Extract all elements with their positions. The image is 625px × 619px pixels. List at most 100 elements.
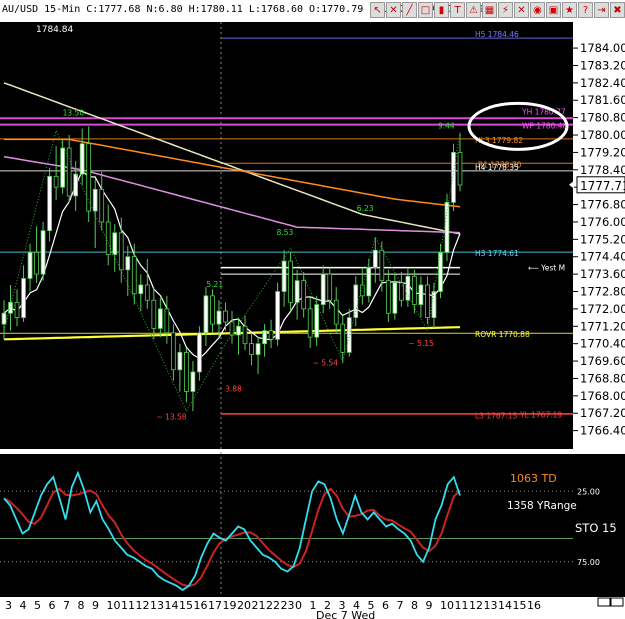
x-tick-label: 23 [281, 599, 295, 612]
candle-body [144, 284, 150, 301]
candle-body [157, 308, 163, 329]
y-tick-label: 1780.00 [580, 128, 625, 142]
candle-body [66, 147, 72, 197]
candle-body [392, 282, 398, 314]
star-icon[interactable]: ★ [562, 2, 577, 18]
candle-body [320, 273, 326, 305]
title-bar: AU/USD 15-Min C:1777.68 N:6.80 H:1780.11… [0, 0, 625, 22]
swing-annotation-label: 8.53 [277, 228, 294, 237]
x-tick-label: 6 [49, 599, 56, 612]
lock-icon[interactable]: ▣ [546, 2, 561, 18]
exit-icon[interactable]: ⇥ [594, 2, 609, 18]
grid-icon[interactable]: ▦ [482, 2, 497, 18]
candle-body [21, 278, 26, 318]
candle-body [353, 284, 359, 318]
x-tick-label: 7 [63, 599, 70, 612]
level-label-wp: WP 1780.48 [522, 122, 568, 131]
panel-separator [0, 449, 625, 454]
eye-icon[interactable]: ◉ [530, 2, 545, 18]
candle-body [125, 256, 131, 271]
candle-body [379, 249, 385, 282]
warn-icon[interactable]: ⚠ [466, 2, 481, 18]
level-label-l3: L3 1767.15 [475, 411, 518, 420]
candle-body [412, 275, 417, 305]
bolt-icon[interactable]: ⚡ [498, 2, 513, 18]
swing-annotation-label: ~ 5.54 [313, 358, 339, 367]
y-tick-label: 1780.80 [580, 111, 625, 125]
x-tick-label: 4 [20, 599, 27, 612]
candle-body [112, 232, 118, 255]
candle-body [438, 251, 443, 292]
candle-body [34, 251, 39, 275]
y-tick-label: 1773.60 [580, 267, 625, 281]
swing-annotation-label: 13.50 [63, 108, 85, 117]
y-tick-label: 1770.40 [580, 337, 625, 351]
candle-body [47, 175, 52, 232]
candle-body [210, 295, 215, 325]
x-tick-label: 10 [107, 599, 121, 612]
candle-body [346, 317, 352, 353]
candle-body [92, 188, 98, 212]
y-tick-label: 1766.40 [580, 424, 625, 438]
help-icon[interactable]: ? [578, 2, 593, 18]
candle-body [151, 299, 157, 329]
candle-body [105, 221, 111, 255]
arrow-icon[interactable]: ↖ [370, 2, 385, 18]
candle-body [229, 321, 235, 336]
candle-body [307, 308, 313, 338]
x-tick-label: 14 [165, 599, 179, 612]
y-tick-label: 1784.00 [580, 41, 625, 55]
x-tick-label: 22 [266, 599, 280, 612]
level-label-h3: H3 1774.61 [475, 249, 519, 258]
level-label-yl: YL 1767.19 [519, 410, 562, 419]
y-tick-label: 1782.40 [580, 76, 625, 90]
y-tick-label: 1768.80 [580, 371, 625, 385]
box-icon[interactable]: □ [418, 2, 433, 18]
y-tick-label: 1776.00 [580, 215, 625, 229]
bar-icon[interactable]: ▮ [434, 2, 449, 18]
candle-body [281, 260, 287, 292]
x-tick-label: 0 [295, 599, 302, 612]
candle-body [73, 173, 79, 197]
candle-body [40, 230, 46, 275]
y-tick-label: 1778.40 [580, 163, 625, 177]
y-tick-label: 1775.20 [580, 232, 625, 246]
x-tick-label: 13 [150, 599, 164, 612]
swing-annotation-label: 5.21 [206, 280, 223, 289]
chart-canvas[interactable]: 15 C:1770.78 H:1773.47 L:1770.44 O:1772.… [0, 0, 625, 619]
chart-window: 15 C:1770.78 H:1773.47 L:1770.44 O:1772.… [0, 0, 625, 619]
x-tick-label: 16 [527, 599, 541, 612]
y-tick-label: 1767.20 [580, 406, 625, 420]
date-label: Dec 7 Wed [316, 609, 375, 619]
y-tick-label: 1781.60 [580, 93, 625, 107]
candle-body [451, 152, 456, 203]
stoch-label: STO 15 [575, 521, 617, 535]
y-tick-label: 1779.20 [580, 145, 625, 159]
toolbar-icons: ↖ ✕ ╱ □ ▮ T ⚠ ▦ ⚡ ✕ ◉ ▣ ★? ⇥ ✖ [369, 2, 625, 20]
cross-icon[interactable]: ✕ [514, 2, 529, 18]
candle-body [262, 330, 267, 345]
slow-ma-line [3, 82, 461, 235]
text-icon[interactable]: T [450, 2, 465, 18]
candle-body [1, 312, 7, 325]
stoch-level-label: 25.00 [577, 487, 600, 496]
candle-body [216, 310, 222, 325]
candle-body [294, 280, 300, 303]
close-icon[interactable]: ✖ [610, 2, 625, 18]
stoch-slow-line [3, 487, 461, 588]
swing-annotation-label: 9.44 [438, 122, 455, 131]
cross-icon[interactable]: ✕ [386, 2, 401, 18]
candle-body [340, 323, 346, 353]
x-tick-label: 8 [78, 599, 85, 612]
stoch-level-label: 75.00 [577, 558, 600, 567]
x-tick-label: 16 [194, 599, 208, 612]
line-icon[interactable]: ╱ [402, 2, 417, 18]
level-label-h4: H4 1778.35 [475, 163, 519, 172]
x-tick-label: 15 [513, 599, 527, 612]
x-tick-label: 20 [237, 599, 251, 612]
x-tick-label: 13 [484, 599, 498, 612]
x-tick-label: 17 [208, 599, 222, 612]
candle-body [131, 256, 137, 295]
x-tick-label: 9 [426, 599, 433, 612]
orange-ma-line [4, 138, 461, 208]
